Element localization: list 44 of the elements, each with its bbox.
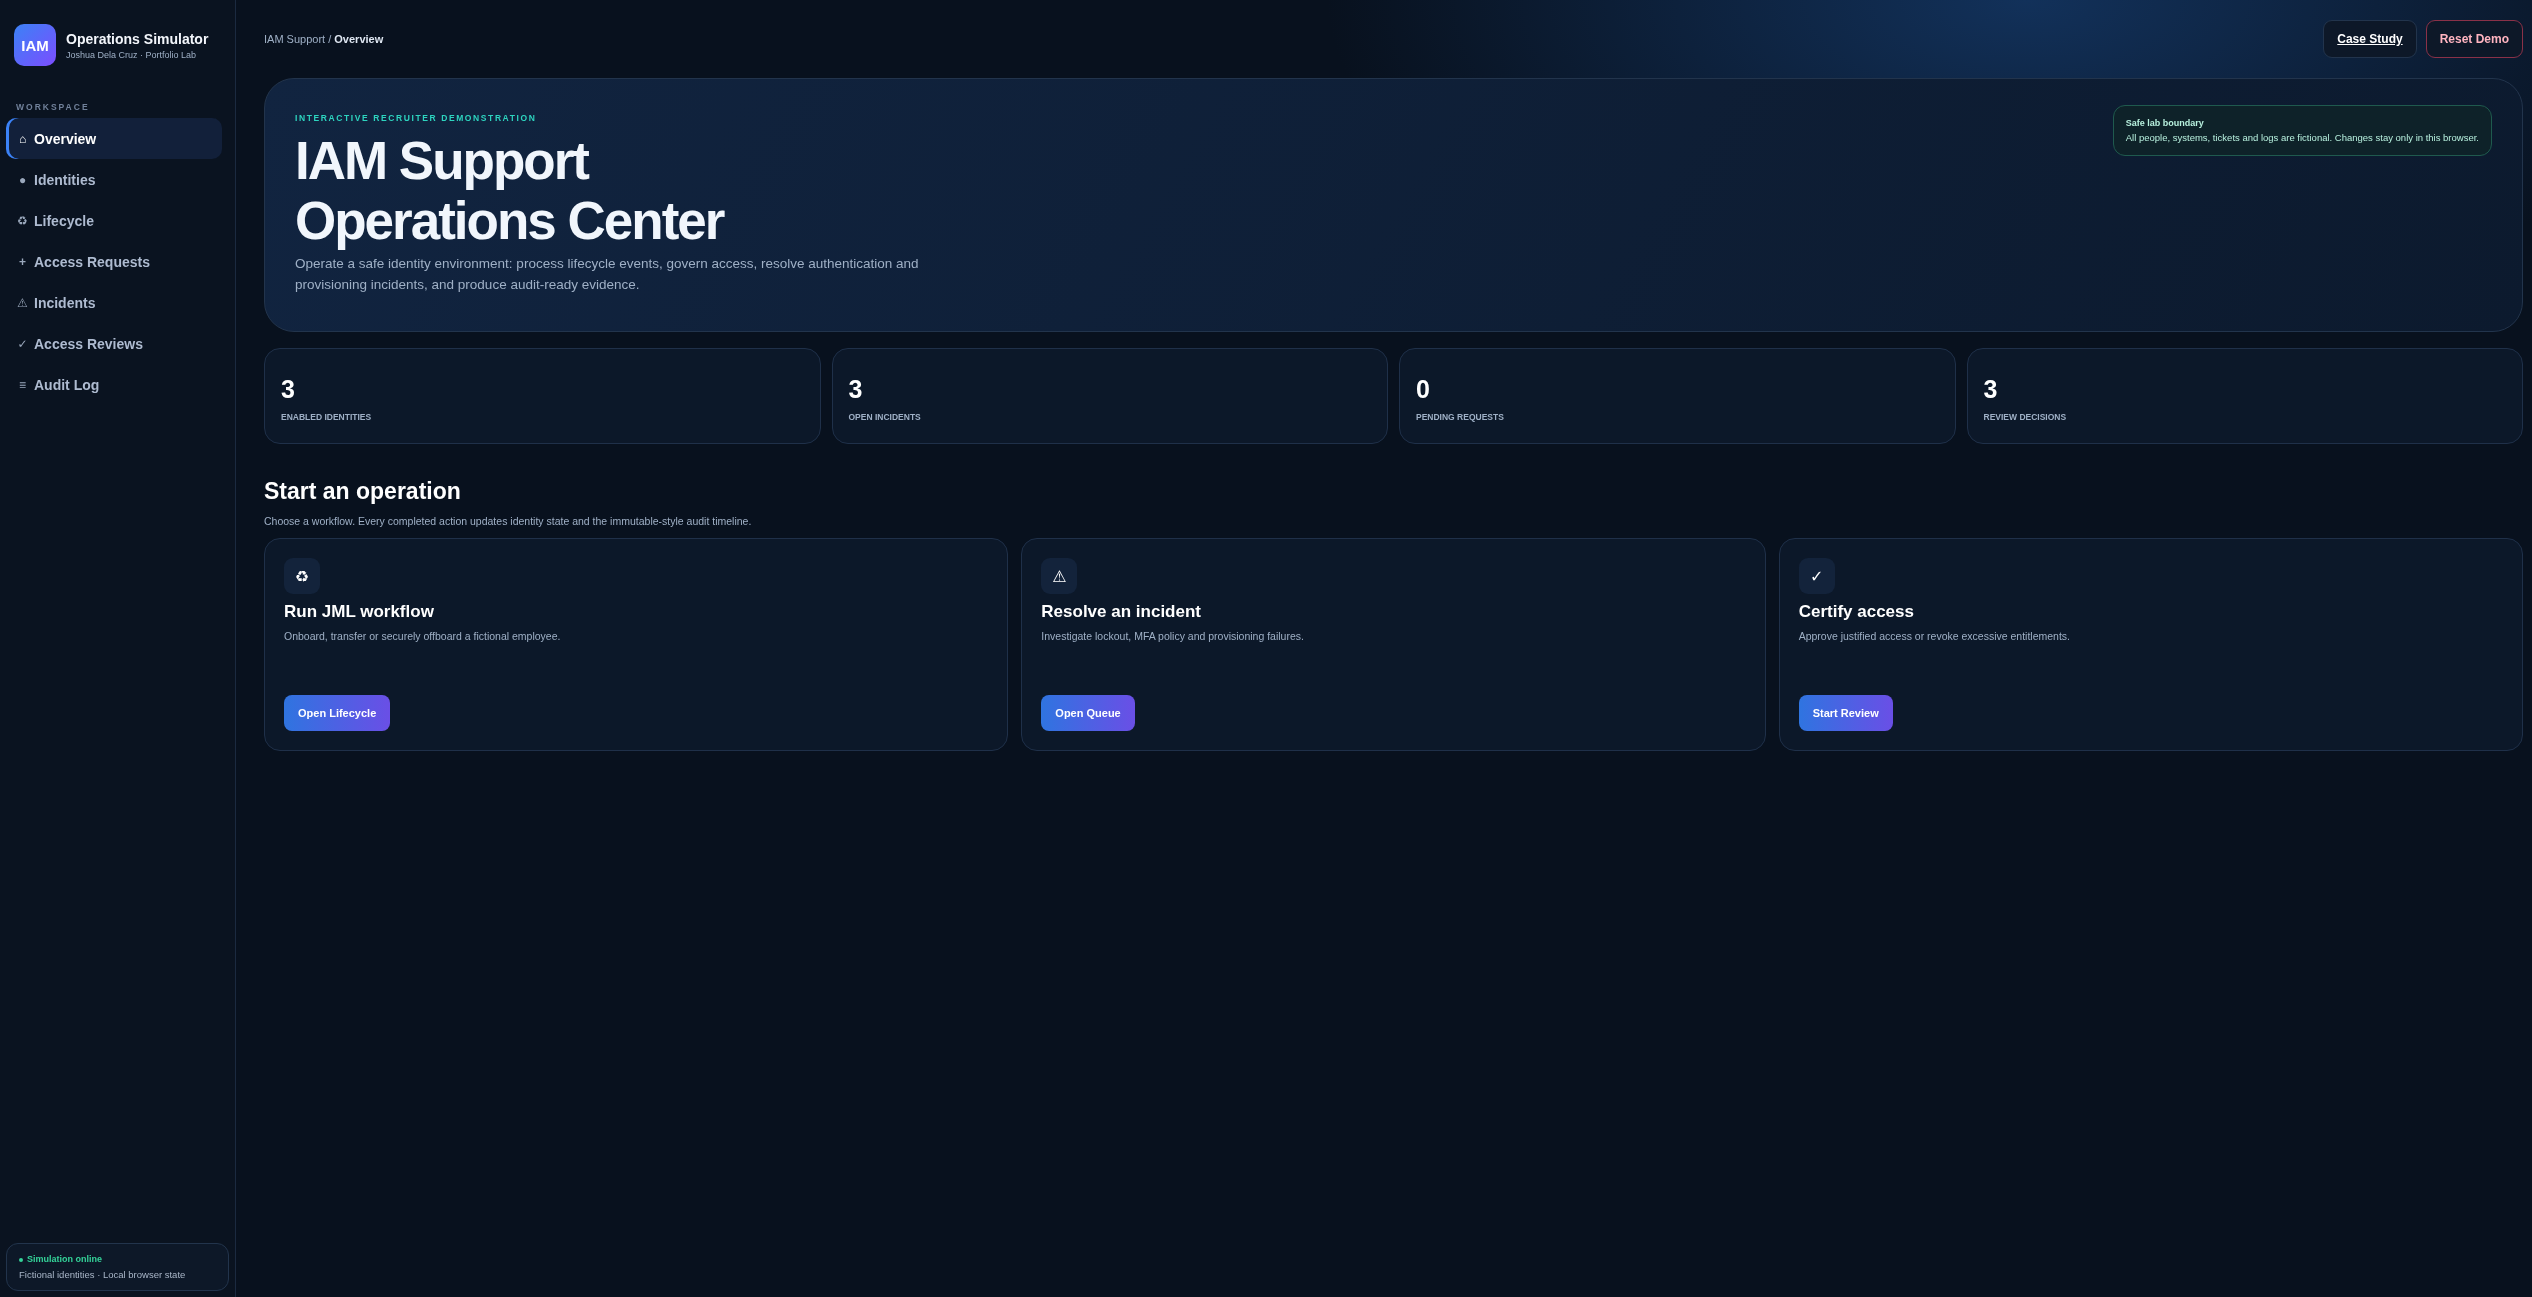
- notice-text: All people, systems, tickets and logs are fictional. Changes stay only in this browser.: [2125, 132, 2479, 143]
- nav-item[interactable]: ✓ Access Reviews: [6, 323, 222, 364]
- app-title: Operations Simulator: [66, 30, 209, 47]
- card-icon: ✓: [1798, 558, 1835, 594]
- nav-item[interactable]: ≡ Audit Log: [6, 364, 222, 405]
- action-button[interactable]: Open Lifecycle: [284, 695, 391, 731]
- stat-label: REVIEW DECISIONS: [1983, 412, 2067, 422]
- status-title: Simulation online: [19, 1254, 216, 1264]
- section-label: WORKSPACE: [16, 102, 91, 112]
- case-study-link[interactable]: Case Study: [2323, 20, 2417, 58]
- stat-label: ENABLED IDENTITIES: [281, 412, 372, 422]
- reset-button[interactable]: Reset Demo: [2425, 20, 2523, 58]
- card-icon: ♻: [284, 558, 320, 594]
- stat-label: OPEN INCIDENTS: [848, 412, 921, 422]
- card-title: Run JML workflow: [284, 602, 434, 622]
- action-button[interactable]: Open Queue: [1041, 695, 1135, 731]
- breadcrumb: IAM Support / Overview: [264, 33, 384, 45]
- hero-description: Operate a safe identity environment: process lifecycle events, govern access, resolve authentication and provisioning incidents, and produce audit-ready evidence.: [295, 255, 920, 294]
- section-heading: Start an operation: [264, 478, 462, 505]
- stat-value: 0: [1416, 375, 1430, 404]
- nav-item[interactable]: ⚠ Incidents: [6, 282, 222, 323]
- card-icon: ⚠: [1041, 558, 1078, 594]
- stat-label: PENDING REQUESTS: [1416, 412, 1504, 422]
- card-title: Resolve an incident: [1041, 602, 1201, 622]
- nav-item[interactable]: ♻ Lifecycle: [6, 200, 222, 241]
- card-description: Approve justified access or revoke excessive entitlements.: [1798, 630, 2071, 642]
- card-description: Onboard, transfer or securely offboard a fictional employee.: [284, 630, 561, 642]
- card-description: Investigate lockout, MFA policy and provisioning failures.: [1041, 630, 1304, 642]
- card-title: Certify access: [1798, 602, 1914, 622]
- stat-value: 3: [1983, 375, 1998, 404]
- app-subtitle: Joshua Dela Cruz · Portfolio Lab: [66, 49, 198, 60]
- stat-value: 3: [848, 375, 863, 404]
- stat-value: 3: [281, 375, 295, 404]
- nav-item[interactable]: ⌂ Overview: [6, 118, 222, 159]
- action-button[interactable]: Start Review: [1798, 695, 1893, 731]
- section-description: Choose a workflow. Every completed action updates identity state and the immutable-style audit timeline.: [264, 515, 753, 527]
- notice-title: Safe lab boundary: [2125, 118, 2205, 128]
- app-logo: IAM: [14, 24, 56, 66]
- status-dot: [19, 1257, 23, 1262]
- status-detail: Fictional identities · Local browser state: [19, 1269, 187, 1280]
- eyebrow-label: INTERACTIVE RECRUITER DEMONSTRATION: [295, 113, 538, 123]
- hero-title: IAM Support Operations Center: [295, 131, 725, 251]
- nav-item[interactable]: + Access Requests: [6, 241, 222, 282]
- nav-item[interactable]: ● Identities: [6, 159, 222, 200]
